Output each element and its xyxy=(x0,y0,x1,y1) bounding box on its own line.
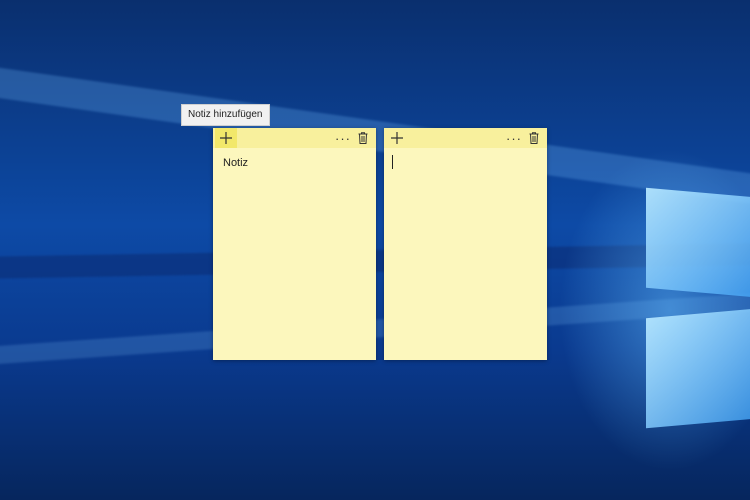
add-note-button[interactable] xyxy=(386,128,408,148)
sticky-note[interactable]: ··· Notiz xyxy=(213,128,376,360)
sticky-note[interactable]: ··· xyxy=(384,128,547,360)
logo-pane xyxy=(646,187,750,299)
plus-icon xyxy=(220,132,232,144)
plus-icon xyxy=(391,132,403,144)
delete-note-button[interactable] xyxy=(352,128,374,148)
text-cursor xyxy=(392,155,393,169)
trash-icon xyxy=(358,132,368,144)
note-text[interactable]: Notiz xyxy=(213,148,376,178)
add-note-button[interactable] xyxy=(215,128,237,148)
trash-icon xyxy=(529,132,539,144)
add-note-tooltip: Notiz hinzufügen xyxy=(181,104,270,126)
menu-button[interactable]: ··· xyxy=(503,128,525,148)
logo-pane xyxy=(646,307,750,429)
note-text-editor[interactable] xyxy=(384,148,547,181)
ellipsis-icon: ··· xyxy=(506,130,522,146)
ellipsis-icon: ··· xyxy=(335,130,351,146)
delete-note-button[interactable] xyxy=(523,128,545,148)
windows-logo xyxy=(640,185,750,455)
menu-button[interactable]: ··· xyxy=(332,128,354,148)
note-header[interactable]: ··· xyxy=(384,128,547,148)
note-header[interactable]: ··· xyxy=(213,128,376,148)
